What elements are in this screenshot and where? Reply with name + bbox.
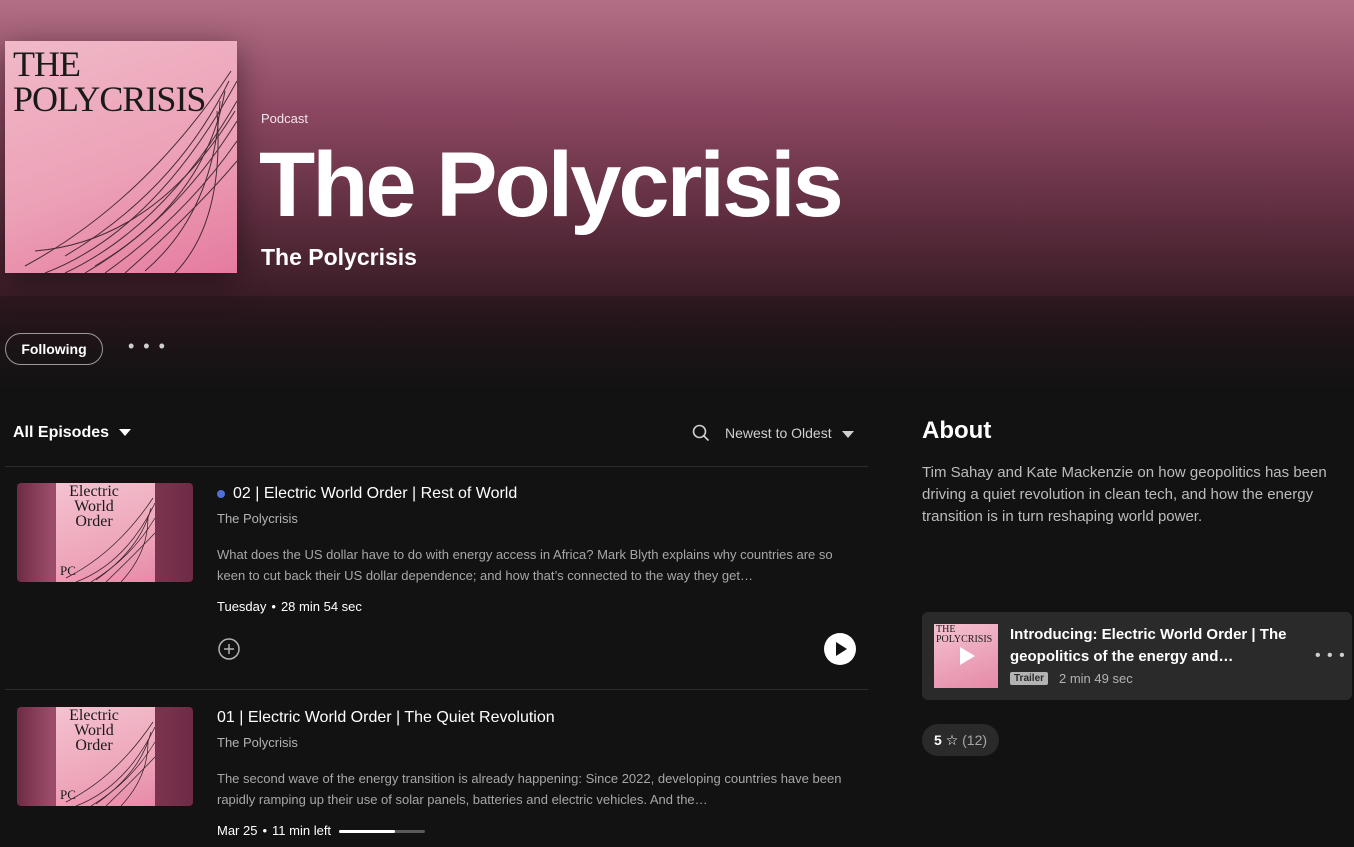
search-icon[interactable] <box>692 424 710 442</box>
rating-score: 5 <box>934 732 942 748</box>
more-options-button[interactable]: • • • <box>128 336 167 357</box>
trailer-more-options-button[interactable]: • • • <box>1315 647 1346 665</box>
add-to-library-icon[interactable] <box>218 638 240 660</box>
trailer-thumbnail[interactable]: THE POLYCRISIS <box>934 624 998 688</box>
play-button-icon[interactable] <box>823 632 857 666</box>
episode-progress-bar <box>339 830 426 834</box>
episode-date: Mar 25 <box>217 823 258 838</box>
trailer-title[interactable]: Introducing: Electric World Order | The … <box>1010 624 1310 668</box>
episode-title[interactable]: 02 | Electric World Order | Rest of Worl… <box>217 485 517 503</box>
trailer-badge: Trailer <box>1010 672 1049 685</box>
about-heading: About <box>922 417 992 444</box>
episode-description: The second wave of the energy transition… <box>217 771 842 807</box>
trailer-duration: 2 min 49 sec <box>1059 671 1133 686</box>
episode-art-mark: PC <box>60 563 76 578</box>
chevron-down-icon <box>119 429 132 437</box>
episode-show[interactable]: The Polycrisis <box>217 511 298 526</box>
play-icon <box>960 647 975 665</box>
episode-art-title: Electric World Order <box>69 707 119 754</box>
episode-time-left: 11 min left <box>272 823 332 838</box>
episode-description: What does the US dollar have to do with … <box>217 547 833 583</box>
episode-meta: Tuesday • 28 min 54 sec <box>217 599 362 614</box>
sort-dropdown[interactable]: Newest to Oldest <box>725 425 854 441</box>
episode-meta: Mar 25 • 11 min left <box>217 823 426 838</box>
episode-thumbnail[interactable]: Electric World Order PC <box>17 707 193 806</box>
chevron-down-icon <box>841 430 854 438</box>
divider <box>5 689 868 690</box>
star-icon: ☆ <box>945 732 959 748</box>
cover-title: THE POLYCRISIS <box>13 44 206 119</box>
episode-duration: 28 min 54 sec <box>280 599 362 614</box>
episode-art: Electric World Order PC <box>56 707 155 806</box>
episode-filter-label: All Episodes <box>13 424 110 441</box>
sort-label: Newest to Oldest <box>725 425 832 441</box>
page-title: The Polycrisis <box>259 134 844 236</box>
trailer-card[interactable]: THE POLYCRISIS Introducing: Electric Wor… <box>922 612 1352 700</box>
episode-progress-fill <box>339 830 395 834</box>
episode-title[interactable]: 01 | Electric World Order | The Quiet Re… <box>217 709 555 727</box>
podcast-cover: THE POLYCRISIS <box>5 41 237 273</box>
episode-thumbnail[interactable]: Electric World Order PC <box>17 483 193 582</box>
episode-date: Tuesday <box>217 599 267 614</box>
about-text: Tim Sahay and Kate Mackenzie on how geop… <box>922 464 1327 525</box>
episode-art-title: Electric World Order <box>69 483 119 530</box>
episode-art: Electric World Order PC <box>56 483 155 582</box>
episode-filter-dropdown[interactable]: All Episodes <box>13 424 132 442</box>
rating-button[interactable]: 5 ☆ (12) <box>922 724 1000 756</box>
episode-art-mark: PC <box>60 787 76 802</box>
meta-separator: • <box>271 599 276 614</box>
header-fade <box>0 296 1354 410</box>
rating-count: (12) <box>962 732 988 748</box>
content-type-label: Podcast <box>261 111 308 126</box>
episode-title-text: 02 | Electric World Order | Rest of Worl… <box>233 485 518 502</box>
divider <box>5 466 868 467</box>
trailer-art-title: THE POLYCRISIS <box>936 624 993 645</box>
publisher-link[interactable]: The Polycrisis <box>261 244 417 271</box>
meta-separator: • <box>262 823 268 838</box>
unplayed-dot-icon <box>217 489 225 498</box>
following-button[interactable]: Following <box>5 333 103 365</box>
episode-show[interactable]: The Polycrisis <box>217 735 298 750</box>
